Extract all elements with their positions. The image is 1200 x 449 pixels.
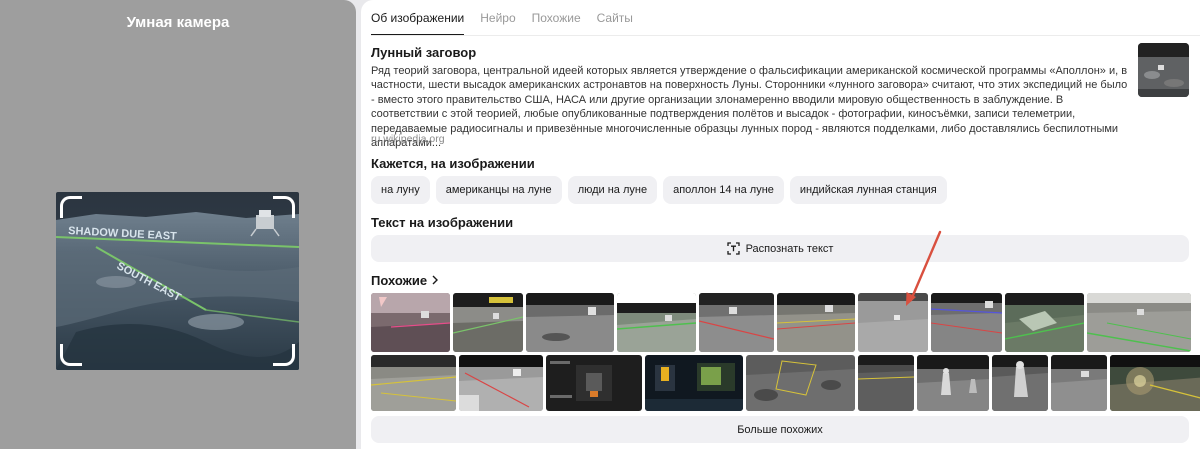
tab-sites[interactable]: Сайты [597,0,633,36]
text-on-image-title: Текст на изображении [371,215,514,230]
tag-chip[interactable]: на луну [371,176,430,204]
similar-image-thumb[interactable] [1110,355,1200,411]
text-scan-icon [726,242,740,255]
article-source-link[interactable]: ru.wikipedia.org [371,133,445,145]
article-thumbnail[interactable] [1138,43,1189,97]
similar-image-thumb[interactable] [459,355,543,411]
tag-chip[interactable]: аполлон 14 на луне [663,176,784,204]
tab-about-image[interactable]: Об изображении [371,0,465,36]
smart-camera-panel: Умная камера SHADOW DUE EAST SOUTH EAST [0,0,356,449]
seems-section-title: Кажется, на изображении [371,156,535,171]
similar-image-thumb[interactable] [1051,355,1107,411]
crop-corner-bottom-right[interactable] [273,344,295,366]
similar-image-thumb[interactable] [371,293,450,352]
similar-image-thumb[interactable] [699,293,774,352]
similar-images-row-1 [371,293,1191,352]
lunar-photo-image: SHADOW DUE EAST SOUTH EAST [56,192,299,370]
similar-image-thumb[interactable] [992,355,1048,411]
tabs-divider [371,35,1200,36]
recognize-text-button[interactable]: Распознать текст [371,235,1189,262]
article-title[interactable]: Лунный заговор [371,45,476,60]
crop-corner-bottom-left[interactable] [60,344,82,366]
article-description: Ряд теорий заговора, центральной идеей к… [371,65,1128,150]
seems-tags: на луну американцы на луне люди на луне … [371,176,947,204]
tag-chip[interactable]: люди на луне [567,176,658,204]
similar-image-thumb[interactable] [931,293,1002,352]
similar-image-thumb[interactable] [858,293,928,352]
recognize-text-label: Распознать текст [745,242,834,255]
similar-image-thumb[interactable] [617,293,696,352]
results-panel: Об изображении Нейро Похожие Сайты Лунны… [361,0,1200,449]
similar-image-thumb[interactable] [1087,293,1191,352]
similar-image-thumb[interactable] [546,355,642,411]
tag-chip[interactable]: американцы на луне [435,176,562,204]
similar-image-thumb[interactable] [746,355,855,411]
similar-image-thumb[interactable] [453,293,523,352]
similar-image-thumb[interactable] [1005,293,1084,352]
similar-image-thumb[interactable] [645,355,743,411]
more-similar-label: Больше похожих [737,423,823,436]
tab-similar[interactable]: Похожие [532,0,581,36]
similar-image-thumb[interactable] [526,293,614,352]
more-similar-button[interactable]: Больше похожих [371,416,1189,443]
similar-image-thumb[interactable] [777,293,855,352]
similar-images-row-2 [371,355,1200,411]
tag-chip[interactable]: индийская лунная станция [789,176,947,204]
results-tabs: Об изображении Нейро Похожие Сайты [371,0,633,36]
smart-camera-page: Умная камера SHADOW DUE EAST SOUTH EAST … [0,0,1200,449]
similar-image-thumb[interactable] [371,355,456,411]
crop-corner-top-left[interactable] [60,196,82,218]
panel-title: Умная камера [126,14,230,31]
similar-image-thumb[interactable] [917,355,989,411]
crop-corner-top-right[interactable] [273,196,295,218]
similar-title: Похожие [371,273,428,288]
similar-image-thumb[interactable] [858,355,914,411]
query-image-preview[interactable]: SHADOW DUE EAST SOUTH EAST [56,192,299,370]
tab-neuro[interactable]: Нейро [480,0,515,36]
chevron-right-icon [431,273,439,288]
similar-section-link[interactable]: Похожие [371,273,439,288]
